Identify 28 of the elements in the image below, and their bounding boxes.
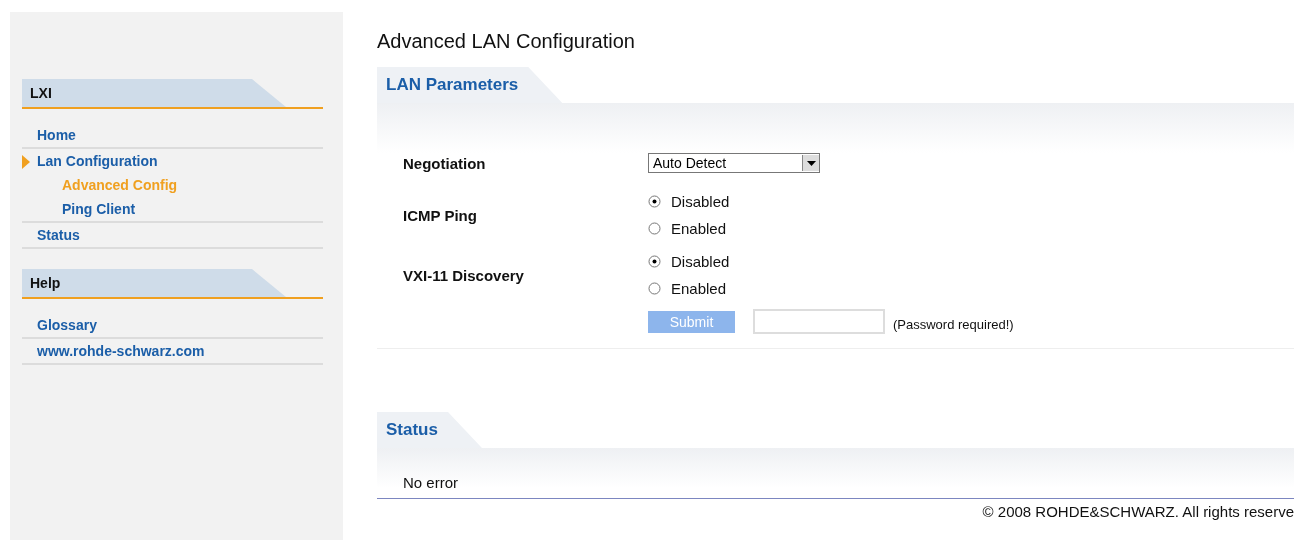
- nav-link[interactable]: Lan Configuration: [37, 153, 158, 169]
- radio-label: Enabled: [671, 220, 727, 237]
- page-title: Advanced LAN Configuration: [377, 30, 636, 53]
- radio-button[interactable]: [648, 222, 661, 235]
- section-title: Status: [386, 420, 438, 440]
- sidebar-heading: LXI: [30, 85, 52, 101]
- status-message: No error: [403, 474, 458, 491]
- password-note: (Password required!): [893, 317, 1014, 332]
- negotiation-dropdown[interactable]: Auto Detect: [648, 153, 820, 173]
- section-title: LAN Parameters: [386, 75, 519, 95]
- radio-label: Enabled: [671, 280, 727, 297]
- nav-link[interactable]: Status: [37, 227, 80, 243]
- radio-button[interactable]: [648, 255, 661, 268]
- field-label: ICMP Ping: [403, 205, 478, 226]
- nav-link[interactable]: www.rohde-schwarz.com: [37, 343, 205, 359]
- radio-label: Disabled: [671, 193, 730, 210]
- field-label: Negotiation: [403, 153, 487, 173]
- radio-button[interactable]: [648, 195, 661, 208]
- field-label: VXI-11 Discovery: [403, 265, 525, 286]
- radio-button[interactable]: [648, 282, 661, 295]
- caret-icon: [806, 160, 816, 166]
- password-field[interactable]: [753, 309, 885, 334]
- sidebar-heading: Help: [30, 275, 61, 291]
- nav-link[interactable]: Glossary: [37, 317, 97, 333]
- nav-link[interactable]: Home: [37, 127, 76, 143]
- nav-link[interactable]: Ping Client: [62, 201, 136, 217]
- radio-label: Disabled: [671, 253, 730, 270]
- copyright-text: © 2008 ROHDE&SCHWARZ. All rights reserve: [982, 503, 1294, 520]
